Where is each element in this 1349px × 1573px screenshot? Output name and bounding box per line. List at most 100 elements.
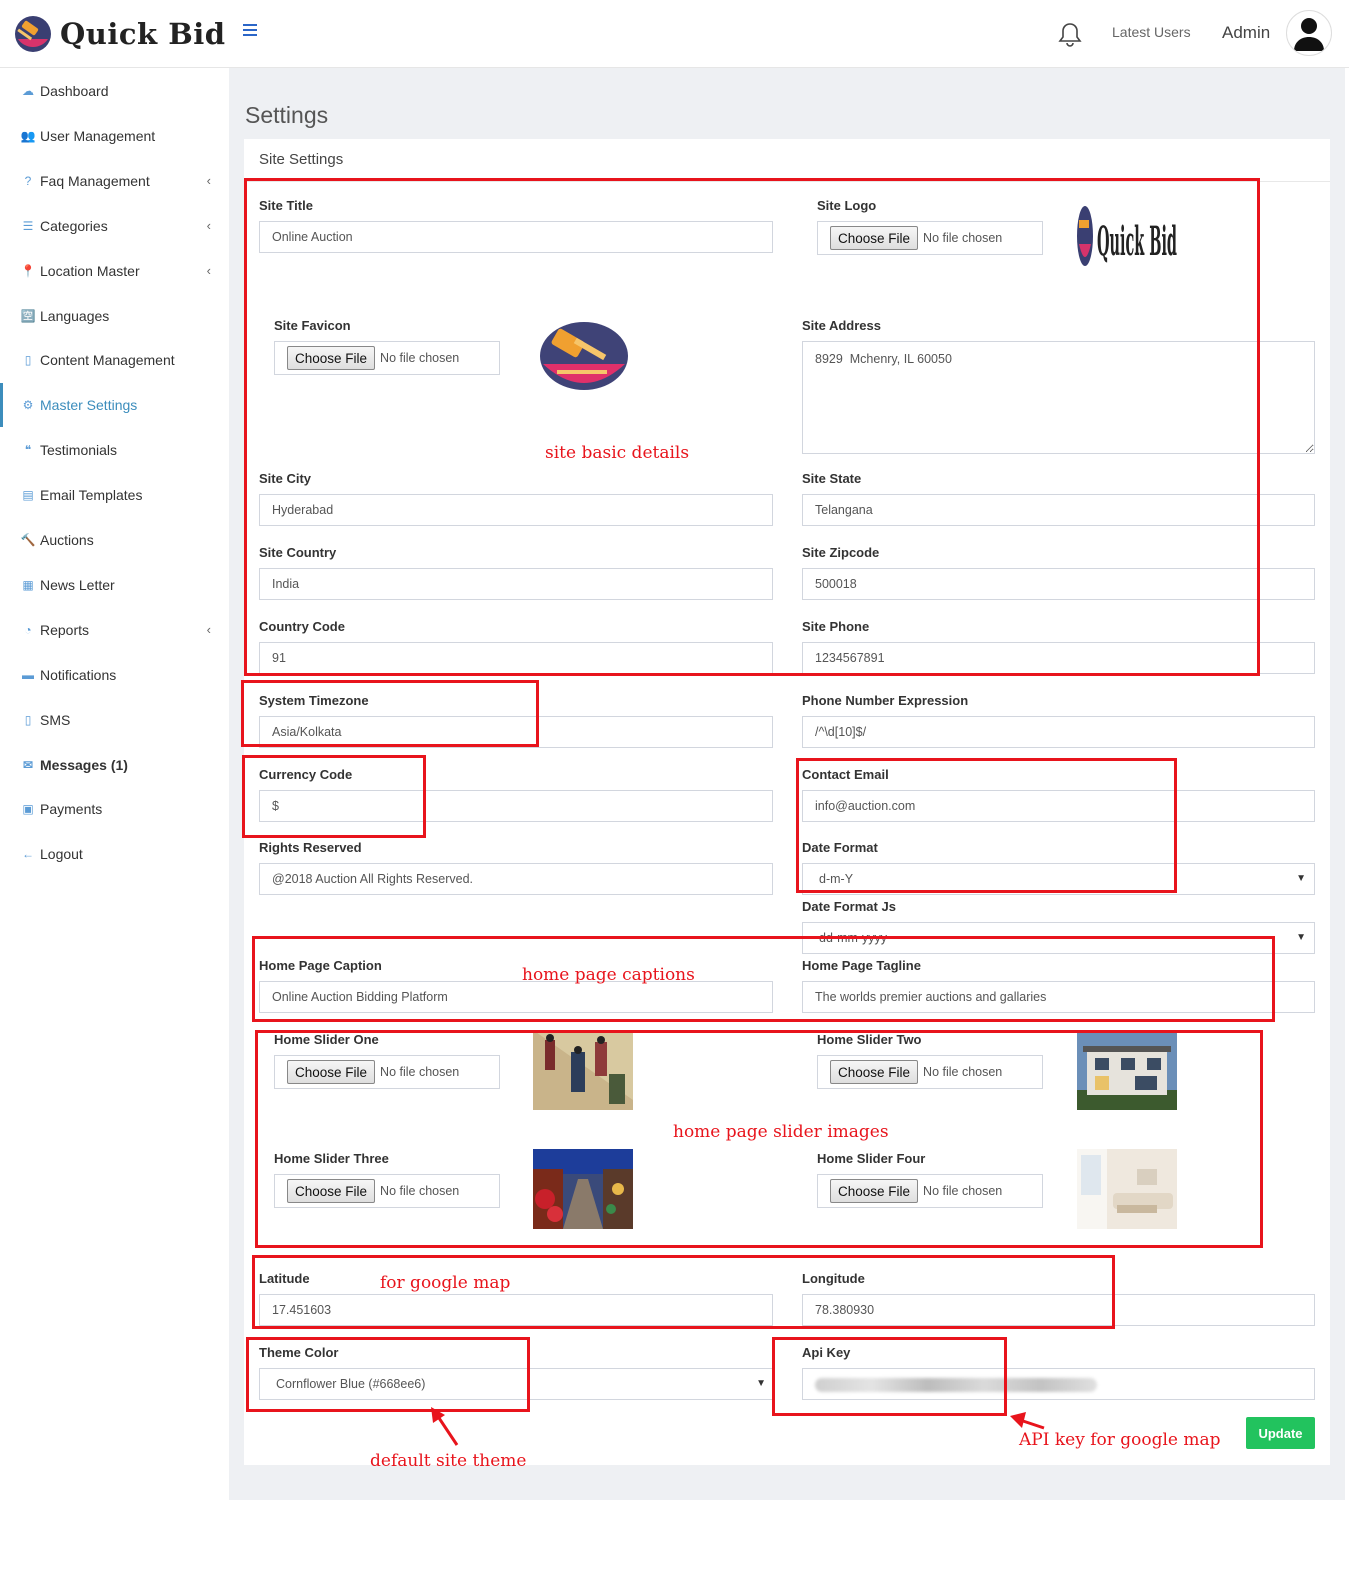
currency-code-input[interactable] [259, 790, 773, 822]
chevron-left-icon: ‹ [206, 173, 211, 189]
chevron-left-icon: ‹ [206, 263, 211, 279]
theme-color-select[interactable]: Cornflower Blue (#668ee6) ▼ [259, 1368, 773, 1400]
sidebar-item-reports[interactable]: ◔ Reports ‹ [0, 615, 229, 645]
home-tagline-input[interactable] [802, 981, 1315, 1013]
pie-chart-icon: ◔ [24, 622, 32, 637]
sidebar-item-news-letter[interactable]: ▦ News Letter [0, 570, 229, 600]
admin-name[interactable]: Admin [1222, 23, 1270, 43]
no-file-text: No file chosen [923, 231, 1003, 245]
sidebar-item-label: Notifications [40, 666, 117, 683]
annotation-captions: home page captions [522, 965, 695, 985]
date-format-js-label: Date Format Js [802, 899, 896, 914]
currency-code-label: Currency Code [259, 767, 353, 782]
sidebar-item-label: Categories [40, 217, 108, 234]
phone-expression-input[interactable] [802, 716, 1315, 748]
home-tagline-label: Home Page Tagline [802, 958, 921, 973]
slider-four-file-input[interactable]: Choose File No file chosen [817, 1174, 1043, 1208]
annotation-basic: site basic details [545, 443, 690, 463]
site-favicon-preview [539, 320, 629, 396]
contact-email-input[interactable] [802, 790, 1315, 822]
menu-toggle-icon[interactable] [243, 24, 257, 36]
card-header [244, 139, 1330, 182]
tray-icon: ▬ [22, 667, 34, 682]
sidebar-item-logout[interactable]: ← Logout [0, 839, 229, 869]
sidebar-item-label: Content Management [40, 352, 175, 369]
country-code-input[interactable] [259, 642, 773, 674]
sidebar-item-label: Testimonials [40, 442, 118, 459]
date-format-label: Date Format [802, 840, 878, 855]
site-city-input[interactable] [259, 494, 773, 526]
site-phone-input[interactable] [802, 642, 1315, 674]
latitude-input[interactable] [259, 1294, 773, 1326]
home-caption-input[interactable] [259, 981, 773, 1013]
quote-icon: ❝ [24, 443, 32, 458]
site-city-label: Site City [259, 471, 312, 486]
slider-three-file-input[interactable]: Choose File No file chosen [274, 1174, 500, 1208]
no-file-text: No file chosen [923, 1184, 1003, 1198]
envelope-icon: ✉ [22, 757, 34, 772]
phone-expression-label: Phone Number Expression [802, 693, 969, 708]
slider-three-preview [533, 1149, 633, 1229]
choose-file-button[interactable]: Choose File [287, 1060, 376, 1084]
no-file-text: No file chosen [380, 351, 460, 365]
site-country-label: Site Country [259, 545, 337, 560]
site-favicon-file-input[interactable]: Choose File No file chosen [274, 341, 500, 375]
choose-file-button[interactable]: Choose File [830, 226, 919, 250]
choose-file-button[interactable]: Choose File [287, 1179, 376, 1203]
sidebar-item-content-management[interactable]: ▯ Content Management [0, 345, 229, 375]
sidebar-item-payments[interactable]: ▣ Payments [0, 794, 229, 824]
sidebar-item-label: Payments [40, 801, 103, 818]
sidebar-item-email-templates[interactable]: ▤ Email Templates [0, 480, 229, 510]
update-button[interactable]: Update [1246, 1417, 1315, 1449]
longitude-input[interactable] [802, 1294, 1315, 1326]
site-state-input[interactable] [802, 494, 1315, 526]
list-icon: ☰ [22, 218, 34, 233]
sidebar-item-dashboard[interactable]: ☁ Dashboard [0, 76, 229, 106]
sidebar-item-location-master[interactable]: 📍 Location Master ‹ [0, 256, 229, 286]
rights-reserved-label: Rights Reserved [259, 840, 362, 855]
sidebar-item-sms[interactable]: ▯ SMS [0, 705, 229, 735]
site-logo-file-input[interactable]: Choose File No file chosen [817, 221, 1043, 255]
site-logo-label: Site Logo [817, 198, 877, 213]
language-icon: 🈳 [20, 308, 36, 323]
sidebar-item-faq-management[interactable]: ? Faq Management ‹ [0, 166, 229, 196]
choose-file-button[interactable]: Choose File [830, 1179, 919, 1203]
site-title-input[interactable] [259, 221, 773, 253]
sidebar-item-master-settings[interactable]: ⚙ Master Settings [0, 383, 229, 428]
home-caption-label: Home Page Caption [259, 958, 382, 973]
theme-color-value: Cornflower Blue (#668ee6) [276, 1377, 426, 1391]
country-code-label: Country Code [259, 619, 345, 634]
caret-down-icon: ▼ [1296, 932, 1306, 943]
latest-users-link[interactable]: Latest Users [1112, 24, 1191, 40]
sidebar-item-label: SMS [40, 711, 71, 728]
logo-lettering: Quick Bid [1097, 218, 1177, 265]
rights-reserved-input[interactable] [259, 863, 773, 895]
site-logo-preview: Quick Bid [1075, 200, 1180, 272]
slider-four-preview [1077, 1149, 1177, 1229]
sidebar-item-messages-1[interactable]: ✉ Messages (1) [0, 750, 229, 780]
sidebar-item-languages[interactable]: 🈳 Languages [0, 301, 229, 331]
site-country-input[interactable] [259, 568, 773, 600]
brand-name: Quick Bid [60, 17, 226, 51]
system-timezone-input[interactable] [259, 716, 773, 748]
brand-logo[interactable]: Quick Bid [14, 14, 226, 54]
choose-file-button[interactable]: Choose File [287, 346, 376, 370]
sidebar-item-label: User Management [40, 127, 156, 144]
bell-icon[interactable] [1058, 22, 1082, 52]
sidebar-item-user-management[interactable]: 👥 User Management [0, 121, 229, 151]
sidebar-item-testimonials[interactable]: ❝ Testimonials [0, 435, 229, 465]
choose-file-button[interactable]: Choose File [830, 1060, 919, 1084]
avatar[interactable] [1286, 10, 1332, 56]
date-format-js-select[interactable]: dd-mm-yyyy ▼ [802, 922, 1315, 954]
date-format-select[interactable]: d-m-Y ▼ [802, 863, 1315, 895]
site-title-label: Site Title [259, 198, 313, 213]
site-address-textarea[interactable]: 8929 Mchenry, IL 60050 [802, 341, 1315, 454]
slider-one-file-input[interactable]: Choose File No file chosen [274, 1055, 500, 1089]
users-icon: 👥 [20, 128, 36, 143]
sidebar-item-label: Languages [40, 307, 110, 324]
sidebar-item-categories[interactable]: ☰ Categories ‹ [0, 211, 229, 241]
site-zipcode-input[interactable] [802, 568, 1315, 600]
sidebar-item-auctions[interactable]: 🔨 Auctions [0, 525, 229, 555]
sidebar-item-notifications[interactable]: ▬ Notifications [0, 660, 229, 690]
slider-two-file-input[interactable]: Choose File No file chosen [817, 1055, 1043, 1089]
